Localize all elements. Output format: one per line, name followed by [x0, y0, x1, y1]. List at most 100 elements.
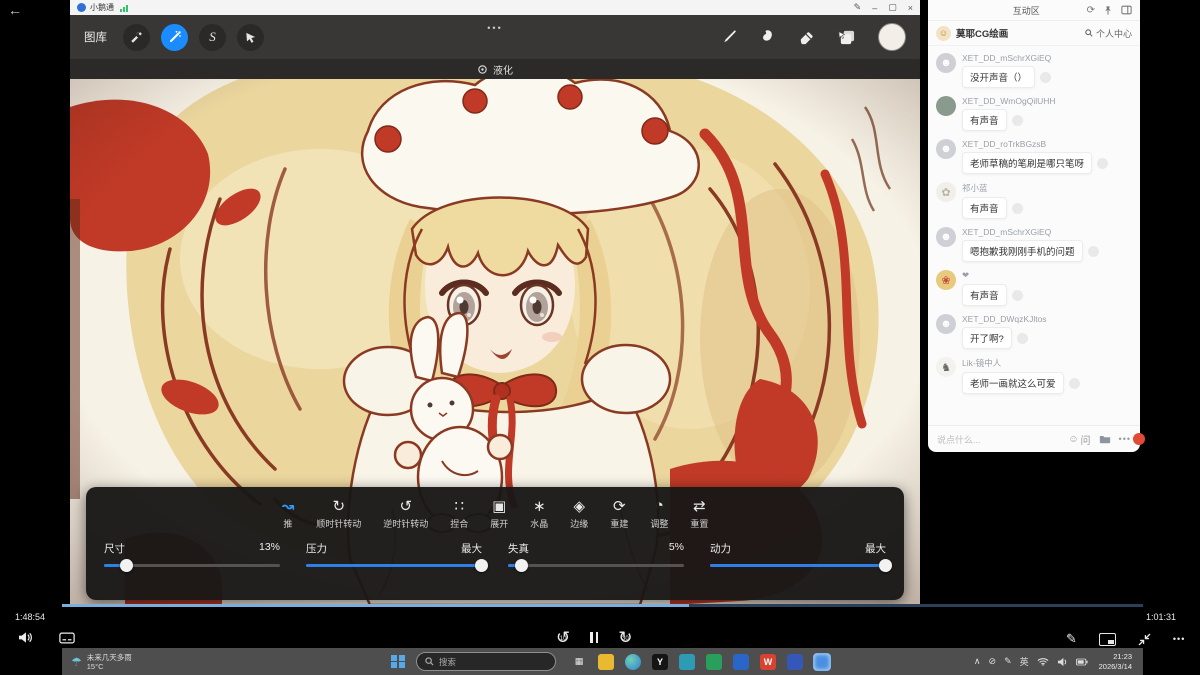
folder-button[interactable] [1099, 434, 1111, 444]
message-action-icon[interactable] [1088, 246, 1099, 257]
taskbar-app-icon[interactable] [679, 654, 695, 670]
slider-label: 动力 [710, 541, 731, 556]
eraser-button[interactable] [798, 29, 815, 46]
back-button[interactable]: ← [8, 2, 22, 18]
message-action-icon[interactable] [1097, 158, 1108, 169]
chat-panel: 互动区 ⟳ ☺ 莫耶CG绘画 [928, 0, 1140, 452]
annotate-pencil-button[interactable]: ✎ [1066, 631, 1077, 647]
liquify-tool-label: 重置 [690, 517, 708, 530]
annotate-icon[interactable]: ✎ [854, 2, 862, 13]
taskbar-app-icon[interactable] [733, 654, 749, 670]
liquify-slider: 失真 5% [508, 541, 684, 567]
liquify-tool-icon: ∷ [454, 496, 464, 515]
weather-widget[interactable]: ☂ 未来几天多雨 15°C [62, 653, 229, 671]
taskbar-app-icon[interactable] [598, 654, 614, 670]
wifi-icon[interactable] [1037, 657, 1049, 666]
start-button[interactable] [391, 655, 405, 669]
close-button[interactable]: × [908, 3, 913, 13]
slider-value: 13% [259, 541, 280, 556]
taskbar-clock[interactable]: 21:23 2026/3/14 [1099, 652, 1132, 671]
message-action-icon[interactable] [1012, 115, 1023, 126]
liquify-tool[interactable]: ↝ 推 [282, 496, 295, 530]
slider-knob[interactable] [515, 559, 528, 572]
chat-input[interactable]: 说点什么... [937, 433, 1060, 446]
brush-button[interactable] [720, 29, 737, 46]
liquify-tool[interactable]: ◔ 调整 [650, 496, 668, 530]
player-more-button[interactable]: ••• [1173, 634, 1185, 644]
slider-track[interactable] [508, 564, 684, 567]
liquify-tool[interactable]: ∷ 捏合 [450, 496, 468, 530]
slider-track[interactable] [710, 564, 886, 567]
message-action-icon[interactable] [1012, 203, 1023, 214]
liquify-tool[interactable]: ⇄ 重置 [690, 496, 708, 530]
slider-knob[interactable] [879, 559, 892, 572]
ime-indicator[interactable]: 英 [1020, 655, 1029, 668]
canvas-options-button[interactable]: ••• [487, 23, 502, 33]
profile-button[interactable]: 个人中心 [1085, 27, 1132, 40]
liquify-tool[interactable]: ↺ 逆时针转动 [383, 496, 428, 530]
slider-knob[interactable] [475, 559, 488, 572]
taskbar-app-icon[interactable] [625, 654, 641, 670]
minimize-button[interactable]: – [872, 3, 877, 13]
taskbar-app-icon[interactable] [814, 654, 830, 670]
liquify-tool[interactable]: ⟳ 重建 [610, 496, 628, 530]
pin-icon[interactable] [1103, 5, 1113, 16]
chat-username: Lik-镜中人 [962, 357, 1132, 369]
transform-button[interactable] [237, 24, 264, 51]
chat-more-button[interactable]: ••• [1119, 434, 1131, 444]
smudge-button[interactable] [759, 29, 776, 46]
liquify-panel: ↝ 推 ↻ 顺时针转动 ↺ 逆时针转动 ∷ 捏合 ▣ [86, 487, 904, 600]
rewind-10-button[interactable]: ↺10 [556, 629, 570, 646]
wrench-button[interactable] [123, 24, 150, 51]
mini-player-button[interactable] [1099, 633, 1116, 646]
chat-message-list[interactable]: ☻ XET_DD_mSchrXGiEQ 没开声音（） XET_DD_WmOgQi… [928, 46, 1140, 425]
smudge-finger-icon [759, 29, 776, 46]
liquify-tool-icon: ↻ [332, 496, 345, 515]
taskbar-app-icon[interactable]: W [760, 654, 776, 670]
taskbar-app-icon[interactable] [787, 654, 803, 670]
speaker-icon [18, 631, 33, 644]
subtitle-button[interactable] [59, 632, 75, 644]
taskbar-app-icon[interactable]: Y [652, 654, 668, 670]
message-action-icon[interactable] [1017, 333, 1028, 344]
selection-button[interactable]: S [199, 24, 226, 51]
slider-track[interactable] [104, 564, 280, 567]
message-action-icon[interactable] [1069, 378, 1080, 389]
taskbar-app-icon[interactable]: ▦ [571, 654, 587, 670]
volume-icon[interactable] [1057, 657, 1068, 667]
ask-question-button[interactable]: ☺ 问 [1068, 432, 1090, 447]
folder-icon [1099, 434, 1111, 444]
taskbar-app-icon[interactable] [706, 654, 722, 670]
popout-icon[interactable] [1121, 5, 1132, 15]
video-progress-bar[interactable] [62, 604, 1143, 607]
chat-message: ☻ XET_DD_mSchrXGiEQ 没开声音（） [936, 53, 1132, 88]
avatar: ☻ [936, 314, 956, 334]
liquify-tool-icon: ◈ [574, 496, 586, 515]
message-action-icon[interactable] [1012, 290, 1023, 301]
gallery-button[interactable]: 图库 [84, 29, 107, 45]
liquify-tool[interactable]: ↻ 顺时针转动 [316, 496, 361, 530]
message-action-icon[interactable] [1040, 72, 1051, 83]
liquify-tool[interactable]: ▣ 展开 [490, 496, 508, 530]
slider-track[interactable] [306, 564, 482, 567]
maximize-button[interactable]: ▢ [888, 2, 897, 13]
refresh-icon[interactable]: ⟳ [1087, 5, 1095, 16]
volume-button[interactable] [18, 631, 33, 644]
adjustments-button[interactable] [161, 24, 188, 51]
pen-status-icon[interactable]: ✎ [1004, 656, 1012, 667]
layers-button[interactable] [837, 29, 856, 46]
forward-30-button[interactable]: ↻30 [618, 629, 632, 646]
liquify-tool[interactable]: ◈ 边缘 [570, 496, 588, 530]
slider-knob[interactable] [120, 559, 133, 572]
focus-assist-icon[interactable]: ⊘ [989, 656, 997, 667]
liquify-tool[interactable]: ∗ 水晶 [530, 496, 548, 530]
pause-button[interactable] [590, 632, 598, 643]
color-swatch-button[interactable] [878, 23, 906, 51]
liquify-slider: 压力 最大 [306, 541, 482, 567]
exit-fullscreen-button[interactable] [1138, 633, 1151, 646]
liquify-tool-label: 重建 [610, 517, 628, 530]
selection-icon: S [209, 29, 216, 45]
taskbar-search-box[interactable]: 搜索 [416, 652, 556, 671]
hidden-icons-chevron[interactable]: ∧ [974, 656, 981, 667]
battery-icon[interactable] [1076, 658, 1088, 666]
